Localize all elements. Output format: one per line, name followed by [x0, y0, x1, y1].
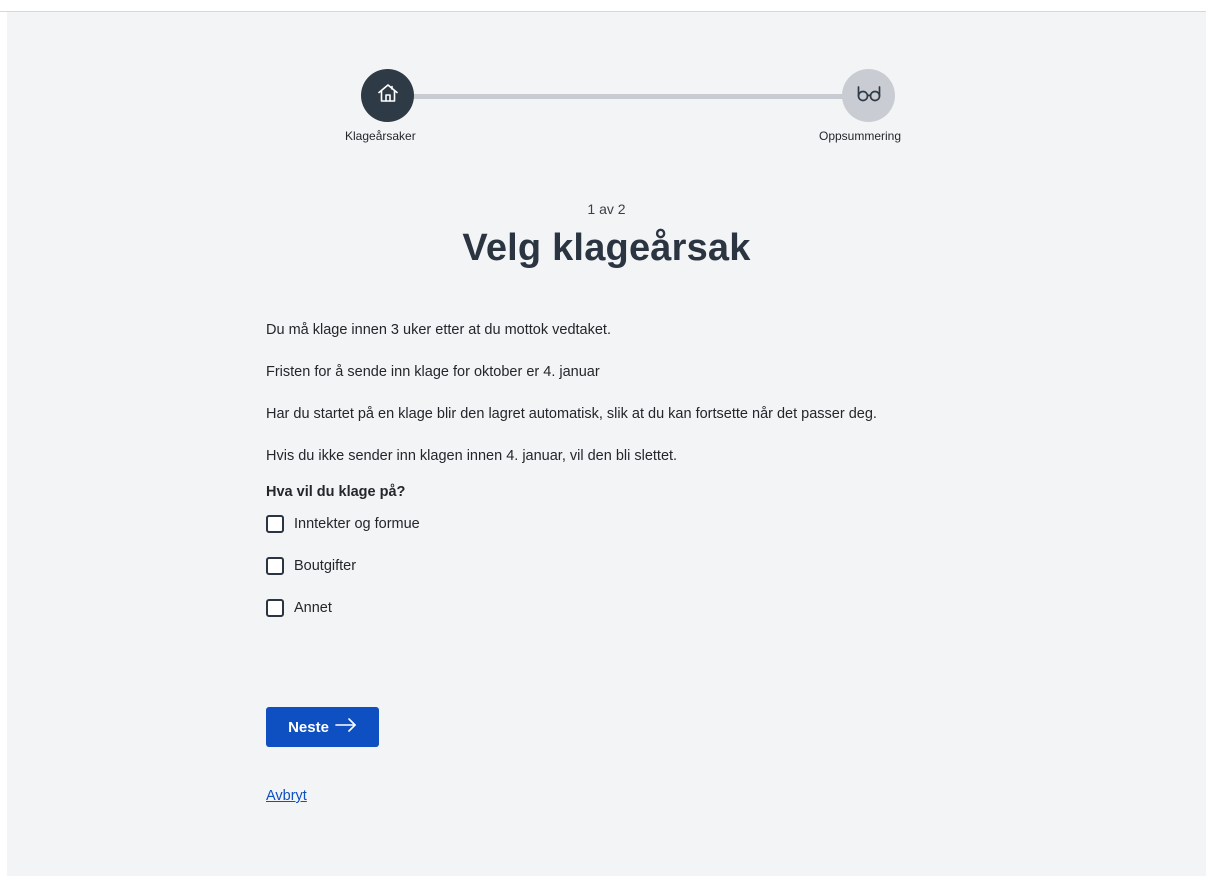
question-label: Hva vil du klage på?: [266, 484, 406, 500]
arrow-right-icon: [335, 718, 357, 736]
option-boutgifter[interactable]: Boutgifter: [266, 554, 966, 578]
option-label: Annet: [294, 600, 332, 616]
checkbox[interactable]: [266, 557, 284, 575]
info-paragraph: Du må klage innen 3 uker etter at du mot…: [266, 322, 611, 338]
browser-top-edge: [0, 0, 1206, 12]
step-1-label: Klageårsaker: [345, 129, 416, 143]
house-icon: [376, 81, 400, 110]
glasses-icon: [855, 81, 883, 110]
checkbox[interactable]: [266, 515, 284, 533]
page-title: Velg klageårsak: [462, 227, 751, 269]
step-1-circle: [361, 69, 414, 122]
info-paragraph: Fristen for å sende inn klage for oktobe…: [266, 364, 600, 380]
info-paragraph: Har du startet på en klage blir den lagr…: [266, 406, 877, 422]
checkbox[interactable]: [266, 599, 284, 617]
step-2-circle: [842, 69, 895, 122]
option-inntekter-og-formue[interactable]: Inntekter og formue: [266, 512, 966, 536]
option-label: Boutgifter: [294, 558, 357, 574]
main-content: Du må klage innen 3 uker etter at du mot…: [266, 318, 966, 638]
progress-stepper: Klageårsaker Oppsummering: [7, 12, 1206, 162]
step-counter: 1 av 2: [587, 201, 626, 217]
option-label: Inntekter og formue: [294, 516, 420, 532]
step-2-label: Oppsummering: [819, 129, 902, 143]
next-button-label: Neste: [288, 718, 329, 736]
stepper-line: [397, 94, 877, 99]
info-paragraph: Hvis du ikke sender inn klagen innen 4. …: [266, 448, 678, 464]
cancel-link[interactable]: Avbryt: [266, 788, 307, 804]
next-button[interactable]: Neste: [266, 707, 379, 747]
page-frame: Klageårsaker Oppsummering 1 av 2 Velg kl…: [7, 12, 1206, 876]
option-annet[interactable]: Annet: [266, 596, 966, 620]
